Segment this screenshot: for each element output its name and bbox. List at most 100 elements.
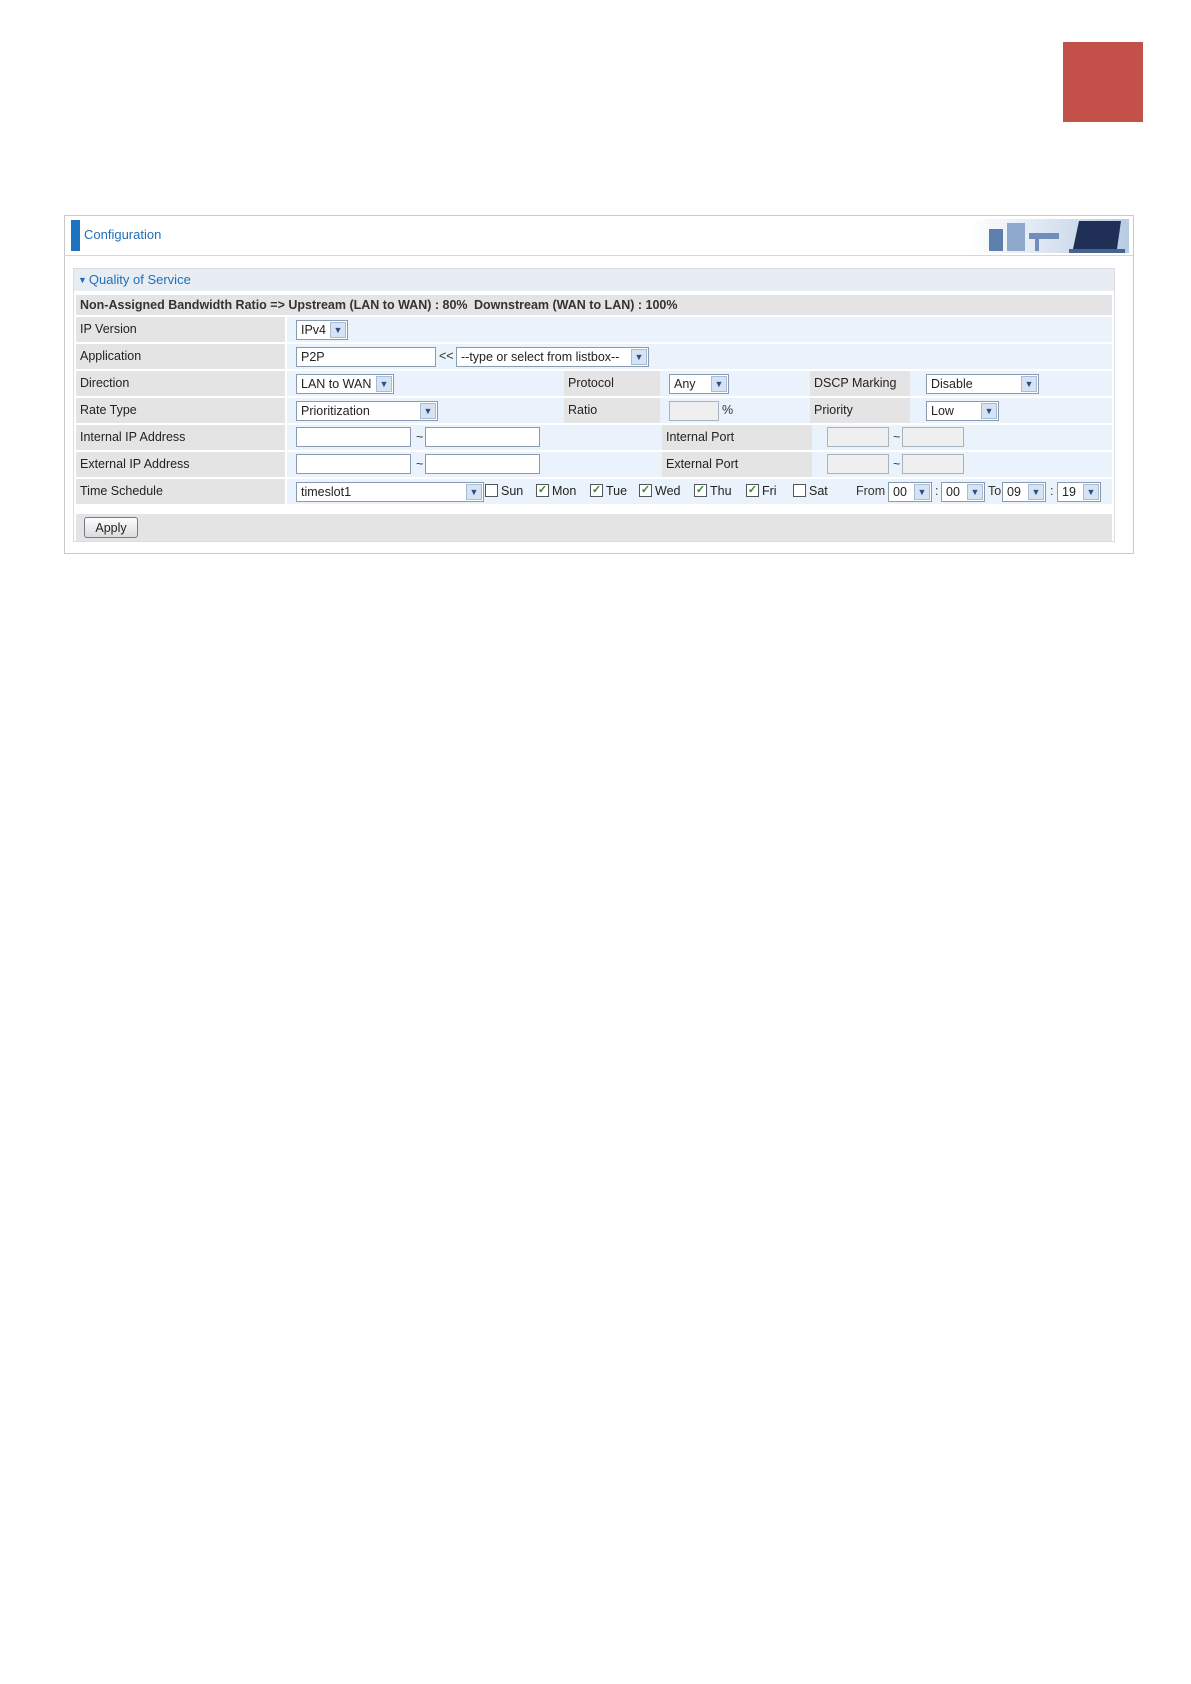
- from-label: From: [856, 484, 886, 498]
- application-row: Application P2P << --type or select from…: [76, 344, 1112, 369]
- ratio-label: Ratio: [564, 398, 660, 423]
- chevron-down-icon: ▼: [466, 484, 482, 500]
- day-label-sun: Sun: [501, 484, 524, 498]
- to-hour-select[interactable]: 09 ▼: [1002, 482, 1046, 502]
- chevron-down-icon: ▼: [711, 376, 727, 392]
- from-minute-select[interactable]: 00 ▼: [941, 482, 985, 502]
- day-label-tue: Tue: [606, 484, 628, 498]
- ratio-unit: %: [722, 403, 734, 417]
- external-ip-from-input[interactable]: [296, 454, 411, 474]
- protocol-value: Any: [674, 377, 696, 391]
- bandwidth-ratio-row: Non-Assigned Bandwidth Ratio => Upstream…: [76, 295, 1112, 315]
- time-schedule-select[interactable]: timeslot1 ▼: [296, 482, 484, 502]
- external-port-tilde: ~: [893, 457, 901, 471]
- header-accent-bar: [71, 220, 80, 251]
- checkbox-mon[interactable]: ✓: [536, 484, 549, 497]
- application-list-select[interactable]: --type or select from listbox-- ▼: [456, 347, 649, 367]
- protocol-label: Protocol: [564, 371, 660, 396]
- to-hour-value: 09: [1007, 485, 1021, 499]
- checkbox-wed[interactable]: ✓: [639, 484, 652, 497]
- internal-port-to-input[interactable]: [902, 427, 964, 447]
- priority-label: Priority: [810, 398, 910, 423]
- page-corner-tab: [1063, 42, 1143, 122]
- time-schedule-row: Time Schedule timeslot1 ▼ Sun ✓ Mon ✓ Tue ✓ We…: [76, 479, 1112, 504]
- from-hour-value: 00: [893, 485, 907, 499]
- application-separator: <<: [439, 349, 454, 363]
- external-ip-to-input[interactable]: [425, 454, 540, 474]
- time-schedule-value: timeslot1: [301, 485, 352, 499]
- chevron-down-icon: ▼: [1021, 376, 1037, 392]
- external-ip-row: External IP Address ~ External Port ~: [76, 452, 1112, 477]
- to-label: To: [988, 484, 1002, 498]
- internal-ip-tilde: ~: [416, 430, 424, 444]
- direction-value: LAN to WAN: [301, 377, 372, 391]
- rate-type-value: Prioritization: [301, 404, 370, 418]
- office-desk-illustration-icon: [969, 219, 1129, 253]
- chevron-down-icon: ▼: [631, 349, 647, 365]
- checkbox-thu[interactable]: ✓: [694, 484, 707, 497]
- application-cell: P2P << --type or select from listbox-- ▼: [287, 344, 1112, 369]
- application-label: Application: [76, 344, 285, 369]
- page-title: Configuration: [84, 227, 162, 242]
- rate-type-select[interactable]: Prioritization ▼: [296, 401, 438, 421]
- internal-ip-label: Internal IP Address: [76, 425, 285, 450]
- internal-port-label: Internal Port: [662, 425, 812, 450]
- day-label-mon: Mon: [552, 484, 577, 498]
- chevron-down-icon: ▼: [1028, 484, 1044, 500]
- from-hour-select[interactable]: 00 ▼: [888, 482, 932, 502]
- internal-port-tilde: ~: [893, 430, 901, 444]
- dscp-marking-value: Disable: [931, 377, 973, 391]
- internal-port-from-input[interactable]: [827, 427, 889, 447]
- dscp-marking-label: DSCP Marking: [810, 371, 910, 396]
- dscp-marking-select[interactable]: Disable ▼: [926, 374, 1039, 394]
- downstream-ratio-text: Downstream (WAN to LAN) : 100%: [474, 298, 678, 312]
- to-colon: :: [1050, 484, 1054, 498]
- protocol-select[interactable]: Any ▼: [669, 374, 729, 394]
- ip-version-select[interactable]: IPv4 ▼: [296, 320, 348, 340]
- ip-version-row: IP Version IPv4 ▼: [76, 317, 1112, 342]
- internal-ip-row: Internal IP Address ~ Internal Port ~: [76, 425, 1112, 450]
- external-port-label: External Port: [662, 452, 812, 477]
- ratio-input[interactable]: [669, 401, 719, 421]
- day-label-thu: Thu: [710, 484, 732, 498]
- panel-header: Configuration: [65, 216, 1133, 256]
- apply-button[interactable]: Apply: [84, 517, 138, 538]
- external-ip-tilde: ~: [416, 457, 424, 471]
- checkbox-fri[interactable]: ✓: [746, 484, 759, 497]
- direction-row: Direction LAN to WAN ▼ Protocol Any ▼ DS…: [76, 371, 1112, 396]
- apply-row: Apply: [76, 514, 1112, 541]
- rate-type-label: Rate Type: [76, 398, 285, 423]
- checkbox-sat[interactable]: [793, 484, 806, 497]
- time-schedule-cell: timeslot1 ▼ Sun ✓ Mon ✓ Tue ✓ Wed ✓ Thu ✓ Fri Sat F…: [287, 479, 1112, 504]
- priority-value: Low: [931, 404, 954, 418]
- checkbox-tue[interactable]: ✓: [590, 484, 603, 497]
- direction-select[interactable]: LAN to WAN ▼: [296, 374, 394, 394]
- collapse-triangle-icon[interactable]: ▼: [78, 275, 87, 285]
- configuration-panel: Configuration ▼ Quality of Service Non-As…: [64, 215, 1134, 554]
- external-port-from-input[interactable]: [827, 454, 889, 474]
- day-label-fri: Fri: [762, 484, 777, 498]
- application-input[interactable]: P2P: [296, 347, 436, 367]
- chevron-down-icon: ▼: [914, 484, 930, 500]
- chevron-down-icon: ▼: [981, 403, 997, 419]
- rate-type-row: Rate Type Prioritization ▼ Ratio % Prior…: [76, 398, 1112, 423]
- chevron-down-icon: ▼: [376, 376, 392, 392]
- to-minute-select[interactable]: 19 ▼: [1057, 482, 1101, 502]
- from-minute-value: 00: [946, 485, 960, 499]
- external-port-to-input[interactable]: [902, 454, 964, 474]
- direction-label: Direction: [76, 371, 285, 396]
- day-label-sat: Sat: [809, 484, 828, 498]
- qos-section: ▼ Quality of Service Non-Assigned Bandwid…: [73, 268, 1115, 542]
- chevron-down-icon: ▼: [330, 322, 346, 338]
- priority-select[interactable]: Low ▼: [926, 401, 999, 421]
- checkbox-sun[interactable]: [485, 484, 498, 497]
- chevron-down-icon: ▼: [420, 403, 436, 419]
- application-list-value: --type or select from listbox--: [461, 350, 620, 364]
- ip-version-cell: IPv4 ▼: [287, 317, 1112, 342]
- qos-section-title[interactable]: ▼ Quality of Service: [74, 269, 1114, 291]
- internal-ip-to-input[interactable]: [425, 427, 540, 447]
- ip-version-value: IPv4: [301, 323, 327, 337]
- internal-ip-from-input[interactable]: [296, 427, 411, 447]
- qos-title-text: Quality of Service: [88, 272, 191, 287]
- ip-version-label: IP Version: [76, 317, 285, 342]
